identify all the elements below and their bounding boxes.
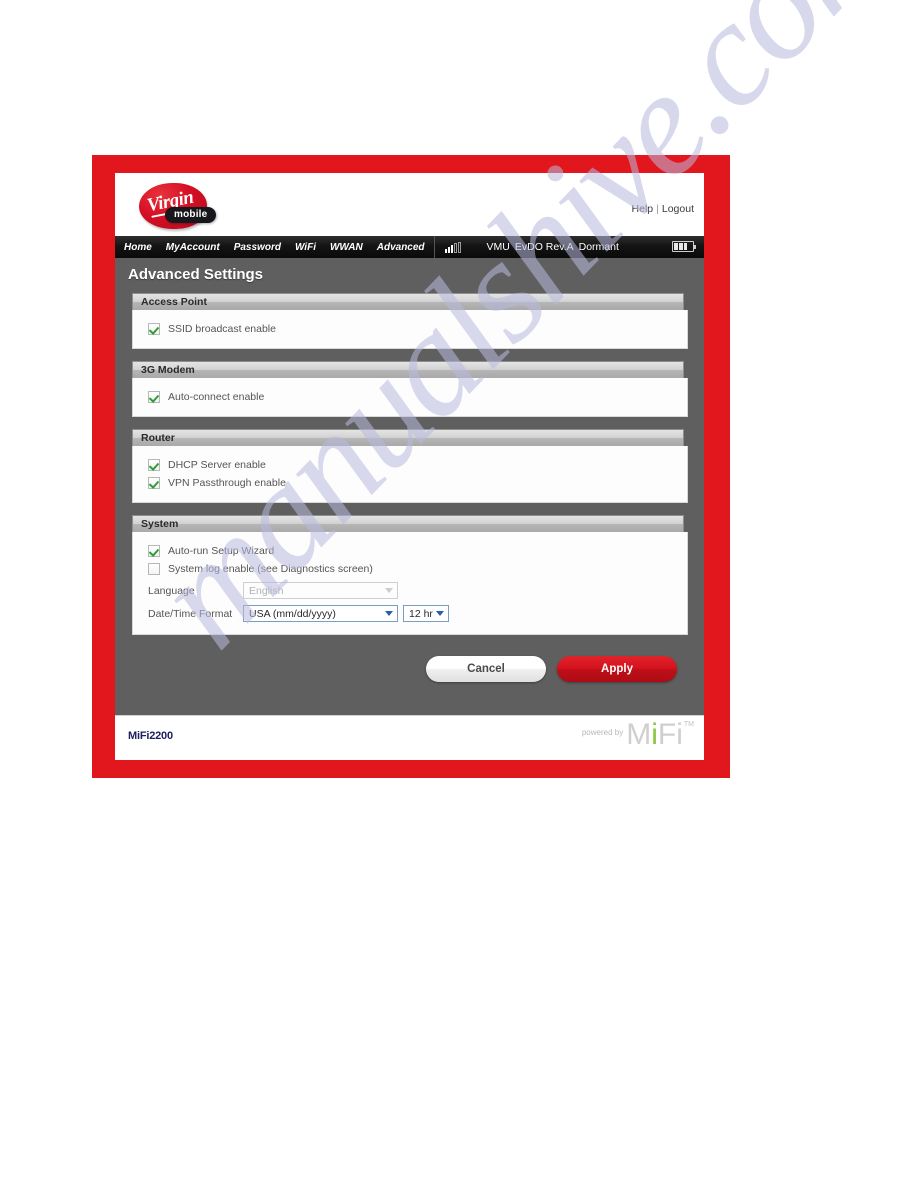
header-links: Help | Logout — [632, 203, 694, 215]
panel-access-point: Access Point SSID broadcast enable — [132, 293, 688, 349]
mifi-letter-i2: i — [676, 718, 683, 751]
router-admin-page: Virgin mobile Help | Logout Home MyAccount… — [115, 173, 704, 760]
panel-body-access-point: SSID broadcast enable — [132, 310, 688, 349]
select-language-value: English — [249, 584, 284, 597]
trademark-symbol: TM — [683, 721, 694, 728]
mifi-letter-m: M — [626, 718, 652, 751]
signal-bar-4 — [453, 242, 457, 253]
form-action-buttons: Cancel Apply — [115, 647, 704, 684]
nav-tab-password[interactable]: Password — [234, 242, 281, 253]
panel-system: System Auto-run Setup Wizard System log … — [132, 515, 688, 635]
label-ssid-broadcast: SSID broadcast enable — [168, 323, 276, 335]
logo-mobile-pill: mobile — [165, 207, 217, 223]
chevron-down-icon — [432, 607, 447, 620]
help-link[interactable]: Help — [632, 203, 654, 215]
signal-bar-3 — [450, 244, 453, 253]
nav-tab-wwan[interactable]: WWAN — [330, 242, 363, 253]
checkbox-vpn-passthrough[interactable] — [148, 477, 160, 489]
logout-link[interactable]: Logout — [662, 203, 694, 215]
panel-header-system: System — [132, 515, 684, 532]
battery-segment-2 — [678, 243, 683, 250]
row-system-log[interactable]: System log enable (see Diagnostics scree… — [133, 561, 687, 577]
row-vpn-passthrough[interactable]: VPN Passthrough enable — [133, 475, 687, 491]
label-datetime-format: Date/Time Format — [148, 607, 233, 620]
device-model-label: MiFi2200 — [128, 730, 173, 742]
label-auto-run-wizard: Auto-run Setup Wizard — [168, 545, 275, 557]
status-carrier: VMU — [486, 241, 510, 253]
label-language: Language — [148, 584, 195, 597]
panel-title-access-point: Access Point — [141, 296, 207, 308]
connection-status-area: VMU EvDO Rev.A Dormant — [435, 236, 704, 258]
panel-title-3g-modem: 3G Modem — [141, 364, 195, 376]
status-state: Dormant — [578, 241, 619, 253]
site-header: Virgin mobile Help | Logout — [115, 173, 704, 236]
panel-title-system: System — [141, 518, 179, 530]
status-text-group: VMU EvDO Rev.A Dormant — [487, 241, 624, 253]
checkbox-auto-run-wizard[interactable] — [148, 545, 160, 557]
mifi-letter-f: F — [657, 718, 677, 751]
row-auto-connect[interactable]: Auto-connect enable — [133, 389, 687, 405]
checkbox-ssid-broadcast[interactable] — [148, 323, 160, 335]
panel-body-system: Auto-run Setup Wizard System log enable … — [132, 532, 688, 635]
panel-header-3g-modem: 3G Modem — [132, 361, 684, 378]
label-vpn-passthrough: VPN Passthrough enable — [168, 477, 286, 489]
panel-title-router: Router — [141, 432, 175, 444]
header-link-separator: | — [656, 203, 659, 215]
panel-body-router: DHCP Server enable VPN Passthrough enabl… — [132, 446, 688, 503]
panel-3g-modem: 3G Modem Auto-connect enable — [132, 361, 688, 417]
row-auto-run-wizard[interactable]: Auto-run Setup Wizard — [133, 543, 687, 559]
panel-header-router: Router — [132, 429, 684, 446]
page-title: Advanced Settings — [128, 266, 264, 283]
site-footer: MiFi2200 powered by MiFi TM — [115, 715, 704, 758]
panel-body-3g-modem: Auto-connect enable — [132, 378, 688, 417]
virgin-mobile-logo: Virgin mobile — [133, 181, 231, 233]
nav-tab-home[interactable]: Home — [124, 242, 152, 253]
select-language: English — [243, 582, 398, 599]
cancel-button[interactable]: Cancel — [426, 656, 546, 682]
main-navigation-bar: Home MyAccount Password WiFi WWAN Advanc… — [115, 236, 704, 258]
apply-button[interactable]: Apply — [557, 656, 677, 682]
row-dhcp-server[interactable]: DHCP Server enable — [133, 457, 687, 473]
panel-router: Router DHCP Server enable VPN Passthroug… — [132, 429, 688, 503]
select-date-format[interactable]: USA (mm/dd/yyyy) — [243, 605, 398, 622]
nav-tab-list: Home MyAccount Password WiFi WWAN Advanc… — [115, 236, 435, 258]
nav-tab-advanced[interactable]: Advanced — [377, 242, 425, 253]
select-time-format[interactable]: 12 hr — [403, 605, 449, 622]
battery-segment-3 — [683, 243, 688, 250]
battery-segment-1 — [674, 243, 678, 250]
mifi-logo: powered by MiFi TM — [582, 720, 694, 750]
row-ssid-broadcast[interactable]: SSID broadcast enable — [133, 321, 687, 337]
signal-bar-1 — [444, 248, 447, 253]
nav-tab-wifi[interactable]: WiFi — [295, 242, 316, 253]
checkbox-system-log[interactable] — [148, 563, 160, 575]
chevron-down-icon — [381, 584, 396, 597]
nav-tab-myaccount[interactable]: MyAccount — [166, 242, 220, 253]
status-technology: EvDO Rev.A — [514, 241, 574, 253]
label-system-log: System log enable (see Diagnostics scree… — [168, 563, 373, 575]
signal-bar-5 — [457, 241, 461, 253]
battery-icon — [672, 241, 696, 252]
mifi-letter-i1: i — [651, 718, 658, 751]
battery-segment-4 — [688, 243, 692, 250]
checkbox-auto-connect[interactable] — [148, 391, 160, 403]
signal-bar-2 — [447, 246, 450, 253]
row-language: Language English — [133, 579, 687, 602]
powered-by-label: powered by — [581, 728, 624, 737]
row-datetime-format: Date/Time Format USA (mm/dd/yyyy) 12 hr — [133, 602, 687, 625]
screenshot-red-frame: Virgin mobile Help | Logout Home MyAccount… — [92, 155, 730, 778]
label-auto-connect: Auto-connect enable — [168, 391, 265, 403]
signal-strength-icon — [444, 241, 461, 253]
select-date-format-value: USA (mm/dd/yyyy) — [249, 607, 336, 620]
mifi-wordmark: MiFi — [626, 720, 683, 750]
panel-header-access-point: Access Point — [132, 293, 684, 310]
label-dhcp-server: DHCP Server enable — [168, 459, 266, 471]
chevron-down-icon — [381, 607, 396, 620]
checkbox-dhcp-server[interactable] — [148, 459, 160, 471]
page-body: Advanced Settings Access Point SSID broa… — [115, 258, 704, 715]
